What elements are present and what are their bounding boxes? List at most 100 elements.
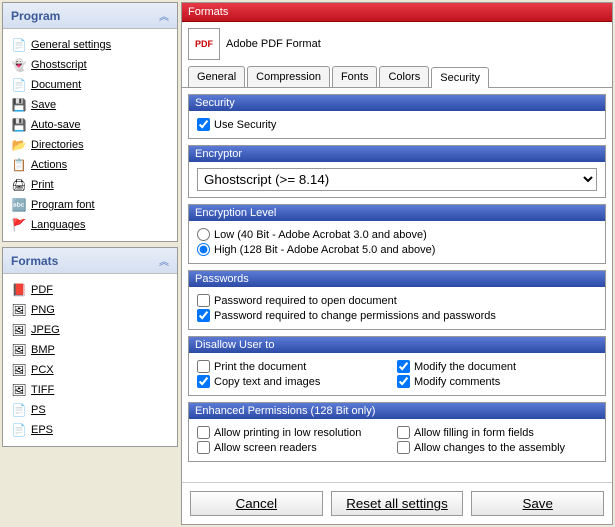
use-security-checkbox[interactable] [197,118,210,131]
png-icon: 🖼 [11,302,27,318]
tab-general[interactable]: General [188,66,245,87]
nav-label: Document [31,79,81,91]
tiff-icon: 🖼 [11,382,27,398]
jpeg-icon: 🖼 [11,322,27,338]
nav-label: PS [31,404,46,416]
folder-icon: 📂 [11,137,27,153]
reset-button[interactable]: Reset all settings [331,491,464,516]
nav-label: PCX [31,364,54,376]
bmp-icon: 🖼 [11,342,27,358]
nav-jpeg[interactable]: 🖼 JPEG [7,320,173,340]
nav-program-font[interactable]: 🔤Program font [7,195,173,215]
encryptor-section: Encryptor Ghostscript (>= 8.14) [188,145,606,198]
chevron-up-icon[interactable]: ︽ [159,8,169,23]
encryption-level-section: Encryption Level Low (40 Bit - Adobe Acr… [188,204,606,264]
nav-actions[interactable]: 📋Actions [7,155,173,175]
encryptor-select[interactable]: Ghostscript (>= 8.14) [197,168,597,191]
format-name: Adobe PDF Format [226,38,321,50]
nav-pcx[interactable]: 🖼 PCX [7,360,173,380]
checkbox-label: Allow screen readers [214,442,317,454]
enhanced-form-checkbox[interactable] [397,426,410,439]
nav-general-settings[interactable]: 📄General settings [7,35,173,55]
document-icon: 📄 [11,77,27,93]
tab-colors[interactable]: Colors [379,66,429,87]
nav-eps[interactable]: 📄EPS [7,420,173,440]
section-header: Security [189,95,605,111]
encryption-high-radio[interactable] [197,243,210,256]
nav-label: EPS [31,424,53,436]
nav-ghostscript[interactable]: 👻 Ghostscript [7,55,173,75]
radio-label: Low (40 Bit - Adobe Acrobat 3.0 and abov… [214,229,427,241]
section-header: Disallow User to [189,337,605,353]
nav-label: BMP [31,344,55,356]
nav-label: Auto-save [31,119,81,131]
nav-label: Directories [31,139,84,151]
section-header: Passwords [189,271,605,287]
format-row: PDF Adobe PDF Format [182,22,612,66]
checkbox-label: Allow changes to the assembly [414,442,565,454]
nav-label: JPEG [31,324,60,336]
nav-auto-save[interactable]: 💾 Auto-save [7,115,173,135]
ps-icon: 📄 [11,402,27,418]
enhanced-screen-checkbox[interactable] [197,441,210,454]
checkbox-label: Copy text and images [214,376,320,388]
nav-label: Languages [31,219,85,231]
password-change-checkbox[interactable] [197,309,210,322]
formats-panel-title: Formats [11,254,58,268]
section-header: Encryptor [189,146,605,162]
tab-security[interactable]: Security [431,67,489,88]
print-icon: 🖨 [11,177,27,193]
settings-icon: 📄 [11,37,27,53]
nav-label: PDF [31,284,53,296]
disallow-comments-checkbox[interactable] [397,375,410,388]
nav-label: Actions [31,159,67,171]
checkbox-label: Modify comments [414,376,500,388]
nav-label: TIFF [31,384,54,396]
program-panel: Program ︽ 📄General settings 👻 Ghostscript… [2,2,178,242]
tab-fonts[interactable]: Fonts [332,66,378,87]
disallow-modify-checkbox[interactable] [397,360,410,373]
enhanced-assembly-checkbox[interactable] [397,441,410,454]
formats-header: Formats [182,3,612,22]
passwords-section: Passwords Password required to open docu… [188,270,606,330]
nav-pdf[interactable]: 📕 PDF [7,280,173,300]
nav-label: Print [31,179,54,191]
program-panel-title: Program [11,9,60,23]
save-button[interactable]: Save [471,491,604,516]
checkbox-label: Password required to change permissions … [214,310,496,322]
checkbox-label: Print the document [214,361,306,373]
font-icon: 🔤 [11,197,27,213]
tab-compression[interactable]: Compression [247,66,330,87]
checkbox-label: Use Security [214,119,276,131]
nav-png[interactable]: 🖼PNG [7,300,173,320]
password-open-checkbox[interactable] [197,294,210,307]
radio-label: High (128 Bit - Adobe Acrobat 5.0 and ab… [214,244,435,256]
formats-panel: Formats ︽ 📕 PDF 🖼PNG 🖼 JPEG 🖼 BMP 🖼 PCX 🖼 TIF… [2,247,178,447]
disallow-section: Disallow User to Print the document Copy… [188,336,606,396]
pcx-icon: 🖼 [11,362,27,378]
disallow-print-checkbox[interactable] [197,360,210,373]
nav-label: Ghostscript [31,59,87,71]
enhanced-lowres-checkbox[interactable] [197,426,210,439]
pdf-format-icon: PDF [188,28,220,60]
save-icon: 💾 [11,97,27,113]
pdf-icon: 📕 [11,282,27,298]
nav-directories[interactable]: 📂 Directories [7,135,173,155]
disallow-copy-checkbox[interactable] [197,375,210,388]
cancel-button[interactable]: Cancel [190,491,323,516]
nav-print[interactable]: 🖨 Print [7,175,173,195]
checkbox-label: Allow printing in low resolution [214,427,361,439]
autosave-icon: 💾 [11,117,27,133]
nav-languages[interactable]: 🚩Languages [7,215,173,235]
nav-document[interactable]: 📄 Document [7,75,173,95]
nav-ps[interactable]: 📄 PS [7,400,173,420]
nav-bmp[interactable]: 🖼 BMP [7,340,173,360]
enhanced-section: Enhanced Permissions (128 Bit only) Allo… [188,402,606,462]
nav-save[interactable]: 💾 Save [7,95,173,115]
nav-label: Save [31,99,56,111]
nav-tiff[interactable]: 🖼 TIFF [7,380,173,400]
encryption-low-radio[interactable] [197,228,210,241]
security-section: Security Use Security [188,94,606,139]
ghost-icon: 👻 [11,57,27,73]
chevron-up-icon[interactable]: ︽ [159,253,169,268]
